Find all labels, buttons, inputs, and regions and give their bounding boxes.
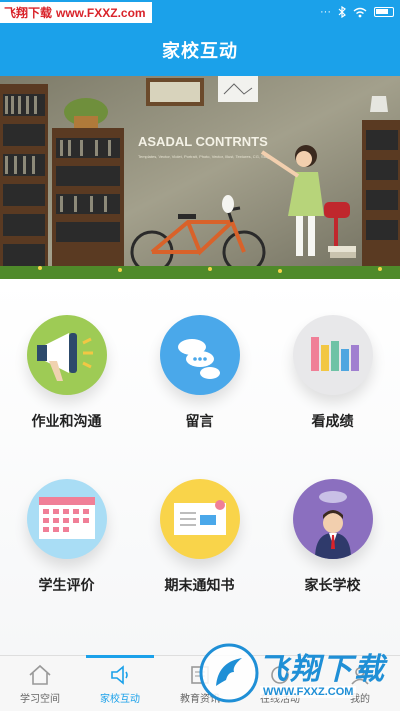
- feature-icon: [292, 315, 373, 395]
- feature-label: 看成绩: [311, 413, 354, 429]
- bar-chart-icon: [310, 337, 359, 371]
- banner-subline: Templates, Vector, Violet, Portrait, Pho…: [138, 154, 272, 159]
- feature-icon: [292, 479, 373, 559]
- feature-message[interactable]: 留言: [133, 315, 266, 431]
- watermark-url-large: WWW.FXXZ.COM: [260, 686, 357, 698]
- chat-clouds-icon: [177, 339, 220, 379]
- tab-study-space[interactable]: 学习空间: [0, 656, 80, 711]
- wifi-icon: [353, 7, 367, 17]
- banner-illustration: ASADAL CONTRNTS Templates, Vector, Viole…: [0, 76, 400, 279]
- tab-label: 学习空间: [20, 693, 60, 705]
- status-bar: 飞翔下载 www.FXXZ.com ···: [0, 0, 400, 24]
- feature-icon: [159, 315, 240, 395]
- tab-home-school[interactable]: 家校互动: [80, 655, 160, 711]
- feature-label: 期末通知书: [164, 577, 235, 593]
- banner-image[interactable]: ASADAL CONTRNTS Templates, Vector, Viole…: [0, 76, 400, 279]
- feature-label: 学生评价: [38, 577, 95, 593]
- envelope-icon: [173, 500, 226, 535]
- status-icons: ···: [320, 0, 394, 24]
- feature-notice[interactable]: 期末通知书: [133, 479, 266, 595]
- feature-parent-school[interactable]: 家长学校: [266, 479, 399, 595]
- megaphone-icon: [36, 333, 93, 381]
- calendar-icon: [38, 497, 95, 539]
- feature-grades[interactable]: 看成绩: [266, 315, 399, 431]
- speaker-icon: [111, 664, 128, 685]
- watermark-brand-large: 飞翔下载: [258, 653, 386, 686]
- home-icon: [29, 664, 51, 685]
- watermark-url: www.FXXZ.com: [56, 5, 146, 20]
- banner-headline: ASADAL CONTRNTS: [138, 134, 268, 149]
- feature-icon: [26, 315, 107, 395]
- feature-grid: 作业和沟通 留言 看成绩 学生评价 期末通知书 家长学校: [0, 279, 400, 655]
- battery-icon: [374, 7, 394, 17]
- more-dots-icon: ···: [320, 6, 331, 18]
- watermark-logo-icon: [199, 643, 259, 703]
- feature-homework[interactable]: 作业和沟通: [0, 315, 133, 431]
- teacher-icon: [314, 491, 351, 559]
- watermark-top: 飞翔下载 www.FXXZ.com: [0, 2, 152, 23]
- feature-icon: [159, 479, 240, 559]
- title-bar: 家校互动: [0, 24, 400, 76]
- watermark-bottom: 飞翔下载 WWW.FXXZ.COM: [196, 636, 400, 711]
- feature-evaluation[interactable]: 学生评价: [0, 479, 133, 595]
- page-title: 家校互动: [162, 41, 238, 61]
- feature-label: 留言: [185, 413, 214, 429]
- watermark-brand: 飞翔下载: [4, 6, 53, 20]
- tab-label: 家校互动: [100, 693, 140, 705]
- feature-icon: [26, 479, 107, 559]
- feature-label: 家长学校: [304, 577, 361, 593]
- feature-label: 作业和沟通: [31, 413, 102, 429]
- bluetooth-icon: [338, 6, 346, 18]
